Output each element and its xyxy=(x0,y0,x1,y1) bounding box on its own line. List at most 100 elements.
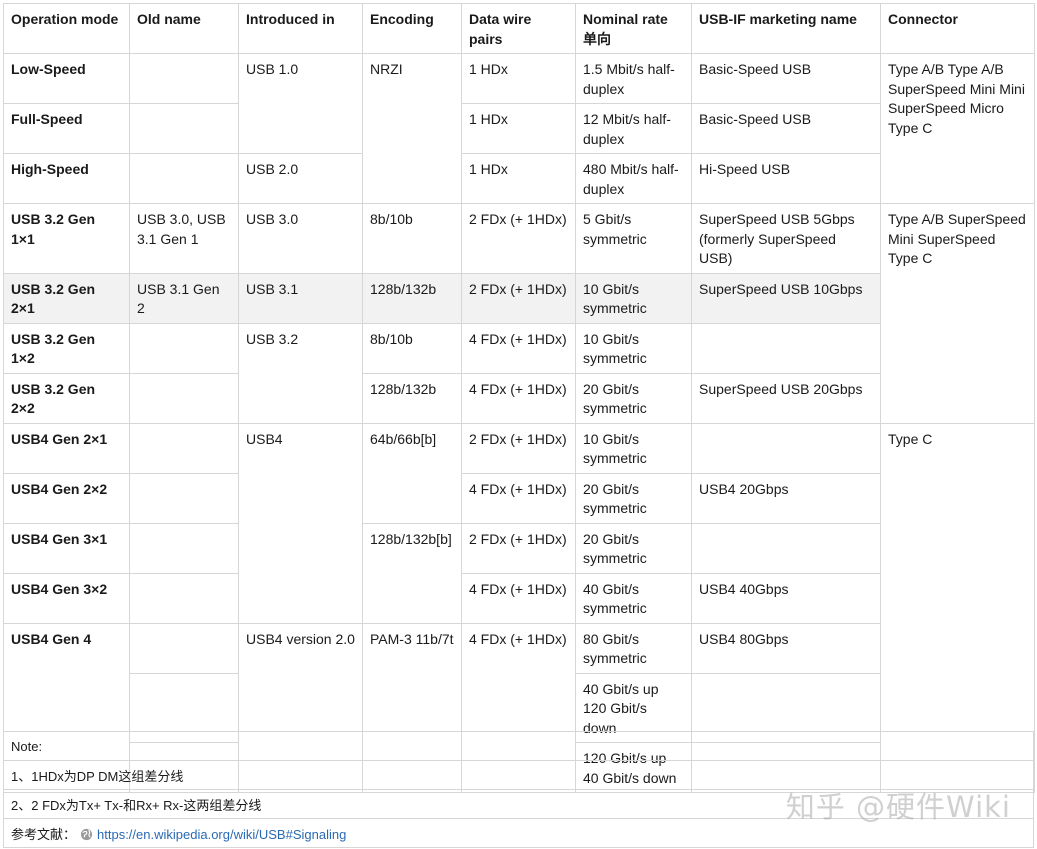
nominal-rate-cell: 20 Gbit/s symmetric xyxy=(575,522,692,574)
nominal-rate-cell: 80 Gbit/s symmetric xyxy=(575,622,692,674)
introduced-in-cell: USB 3.1 xyxy=(238,272,363,324)
watermark: 知乎 @硬件Wiki xyxy=(785,790,1011,824)
nominal-rate-cell: 10 Gbit/s symmetric xyxy=(575,322,692,374)
operation-mode-cell: USB4 Gen 2×2 xyxy=(3,472,130,524)
connector-cell: Type A/B SuperSpeed Mini SuperSpeed Type… xyxy=(880,203,1035,424)
header-introduced-in: Introduced in xyxy=(238,3,363,54)
wire-pairs-cell: 4 FDx (+ 1HDx) xyxy=(461,472,576,524)
operation-mode-cell: USB4 Gen 3×2 xyxy=(3,572,130,624)
marketing-name-cell: USB4 80Gbps xyxy=(691,622,881,674)
old-name-cell: USB 3.0, USB 3.1 Gen 1 xyxy=(129,203,239,274)
introduced-in-cell: USB4 xyxy=(238,422,363,624)
table-row: USB 3.2 Gen 2×2 128b/132b 4 FDx (+ 1HDx)… xyxy=(3,372,1035,424)
wire-pairs-cell: 1 HDx xyxy=(461,103,576,154)
globe-icon xyxy=(80,828,93,840)
nominal-rate-cell: 40 Gbit/s symmetric xyxy=(575,572,692,624)
wire-pairs-cell: 2 FDx (+ 1HDx) xyxy=(461,203,576,274)
table-row: Low-Speed USB 1.0 NRZI 1 HDx 1.5 Mbit/s … xyxy=(3,53,1035,204)
operation-mode-cell: Full-Speed xyxy=(3,103,130,154)
wire-pairs-cell: 1 HDx xyxy=(461,53,576,104)
old-name-cell xyxy=(129,622,239,674)
operation-mode-cell: USB 3.2 Gen 1×1 xyxy=(3,203,130,274)
table-row: USB4 Gen 2×1 USB4 64b/66b[b] 2 FDx (+ 1H… xyxy=(3,422,1035,793)
old-name-cell: USB 3.1 Gen 2 xyxy=(129,272,239,324)
encoding-cell: 8b/10b xyxy=(362,322,462,374)
wire-pairs-cell: 1 HDx xyxy=(461,153,576,204)
wire-pairs-cell: 4 FDx (+ 1HDx) xyxy=(461,572,576,624)
header-old-name: Old name xyxy=(129,3,239,54)
marketing-name-cell: SuperSpeed USB 20Gbps xyxy=(691,372,881,424)
introduced-in-cell: USB 1.0 xyxy=(238,53,363,154)
table-row: High-Speed USB 2.0 1 HDx 480 Mbit/s half… xyxy=(3,153,1035,204)
nominal-rate-cell: 20 Gbit/s symmetric xyxy=(575,372,692,424)
marketing-name-cell xyxy=(691,422,881,474)
nominal-rate-cell: 5 Gbit/s symmetric xyxy=(575,203,692,274)
encoding-cell: 8b/10b xyxy=(362,203,462,274)
wire-pairs-cell: 2 FDx (+ 1HDx) xyxy=(461,422,576,474)
header-nominal-rate: Nominal rate 单向 xyxy=(575,3,692,54)
nominal-rate-cell: 10 Gbit/s symmetric xyxy=(575,272,692,324)
operation-mode-cell: USB4 Gen 2×1 xyxy=(3,422,130,474)
reference-link[interactable]: https://en.wikipedia.org/wiki/USB#Signal… xyxy=(97,827,346,842)
marketing-name-cell: USB4 20Gbps xyxy=(691,472,881,524)
old-name-cell xyxy=(129,153,239,204)
encoding-cell: 128b/132b[b] xyxy=(362,522,462,624)
table-header-row: Operation mode Old name Introduced in En… xyxy=(3,3,1035,54)
old-name-cell xyxy=(129,472,239,524)
old-name-cell xyxy=(129,53,239,104)
nominal-rate-cell: 20 Gbit/s symmetric xyxy=(575,472,692,524)
introduced-in-cell: USB 2.0 xyxy=(238,153,363,204)
table-row: USB4 Gen 3×2 4 FDx (+ 1HDx) 40 Gbit/s sy… xyxy=(3,572,1035,624)
nominal-rate-cell: 1.5 Mbit/s half-duplex xyxy=(575,53,692,104)
old-name-cell xyxy=(129,322,239,374)
encoding-cell: 128b/132b xyxy=(362,272,462,324)
old-name-cell xyxy=(129,422,239,474)
operation-mode-cell: USB4 Gen 3×1 xyxy=(3,522,130,574)
table-row: Full-Speed 1 HDx 12 Mbit/s half-duplex B… xyxy=(3,103,1035,154)
nominal-rate-cell: 12 Mbit/s half-duplex xyxy=(575,103,692,154)
nominal-rate-cell: 10 Gbit/s symmetric xyxy=(575,422,692,474)
operation-mode-cell: USB 3.2 Gen 1×2 xyxy=(3,322,130,374)
marketing-name-cell: USB4 40Gbps xyxy=(691,572,881,624)
old-name-cell xyxy=(129,103,239,154)
introduced-in-cell: USB 3.2 xyxy=(238,322,363,424)
operation-mode-cell: Low-Speed xyxy=(3,53,130,104)
marketing-name-cell xyxy=(691,522,881,574)
wire-pairs-cell: 4 FDx (+ 1HDx) xyxy=(461,322,576,374)
table-row: USB 3.2 Gen 1×2 USB 3.2 8b/10b 4 FDx (+ … xyxy=(3,322,1035,424)
marketing-name-cell: SuperSpeed USB 10Gbps xyxy=(691,272,881,324)
marketing-name-cell: Basic-Speed USB xyxy=(691,103,881,154)
table-row: USB4 Gen 4 USB4 version 2.0 PAM-3 11b/7t… xyxy=(3,622,1035,793)
operation-mode-cell: High-Speed xyxy=(3,153,130,204)
table-row: USB 3.2 Gen 1×1 USB 3.0, USB 3.1 Gen 1 U… xyxy=(3,203,1035,424)
header-marketing-name: USB-IF marketing name xyxy=(691,3,881,54)
marketing-name-cell: Hi-Speed USB xyxy=(691,153,881,204)
usb-modes-table: Operation mode Old name Introduced in En… xyxy=(3,3,1035,793)
header-data-wire-pairs: Data wire pairs xyxy=(461,3,576,54)
operation-mode-cell: USB 3.2 Gen 2×1 xyxy=(3,272,130,324)
note-row: Note: xyxy=(3,731,1034,761)
reference-label: 参考文献： xyxy=(11,826,77,842)
connector-cell: Type A/B Type A/B SuperSpeed Mini Mini S… xyxy=(880,53,1035,204)
header-encoding: Encoding xyxy=(362,3,462,54)
old-name-cell xyxy=(129,572,239,624)
nominal-rate-cell: 480 Mbit/s half-duplex xyxy=(575,153,692,204)
marketing-name-cell: SuperSpeed USB 5Gbps (formerly SuperSpee… xyxy=(691,203,881,274)
marketing-name-cell: Basic-Speed USB xyxy=(691,53,881,104)
header-connector: Connector xyxy=(880,3,1035,54)
marketing-name-cell xyxy=(691,322,881,374)
wire-pairs-cell: 2 FDx (+ 1HDx) xyxy=(461,522,576,574)
encoding-cell: 64b/66b[b] xyxy=(362,422,462,524)
operation-mode-cell: USB 3.2 Gen 2×2 xyxy=(3,372,130,424)
table-row: USB4 Gen 3×1 128b/132b[b] 2 FDx (+ 1HDx)… xyxy=(3,522,1035,624)
table-row: USB 3.2 Gen 2×1 USB 3.1 Gen 2 USB 3.1 12… xyxy=(3,272,1035,324)
introduced-in-cell: USB 3.0 xyxy=(238,203,363,274)
encoding-cell: NRZI xyxy=(362,53,462,204)
header-operation-mode: Operation mode xyxy=(3,3,130,54)
encoding-cell: 128b/132b xyxy=(362,372,462,424)
wire-pairs-cell: 2 FDx (+ 1HDx) xyxy=(461,272,576,324)
wire-pairs-cell: 4 FDx (+ 1HDx) xyxy=(461,372,576,424)
old-name-cell xyxy=(129,372,239,424)
table-row: USB4 Gen 2×2 4 FDx (+ 1HDx) 20 Gbit/s sy… xyxy=(3,472,1035,524)
note-label: Note: xyxy=(3,731,1034,761)
